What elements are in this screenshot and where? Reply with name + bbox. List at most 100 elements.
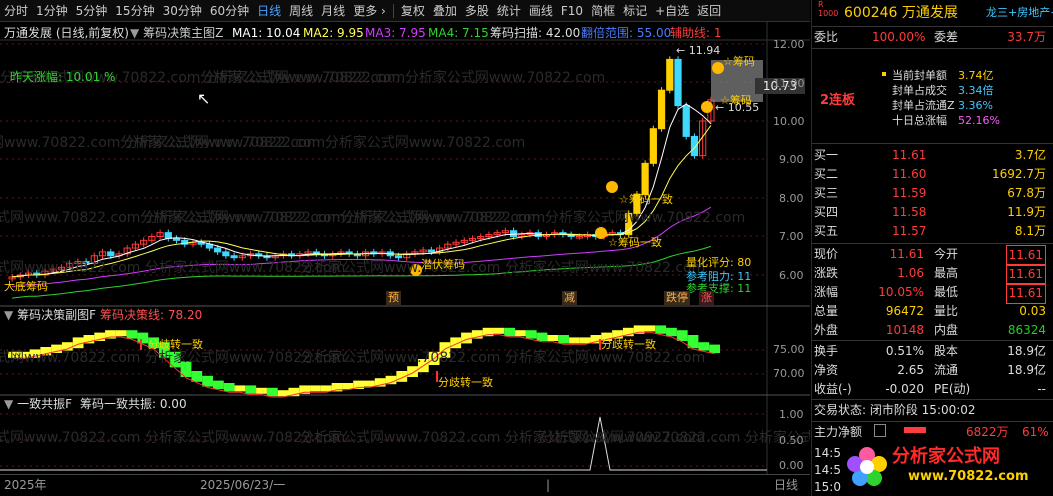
indicator-name[interactable]: ▼ 筹码决策主图Z <box>130 26 223 40</box>
bid-row[interactable]: 买四 11.58 11.9万 <box>812 203 1053 222</box>
toolbar-item-16[interactable]: 简框 <box>587 0 619 22</box>
tag-zhang: 涨 <box>699 291 714 305</box>
divider <box>812 243 1053 244</box>
candle-body <box>666 58 674 91</box>
vol-indicator-title[interactable]: ▼ 一致共振F <box>4 397 72 411</box>
sub-step-block <box>234 385 246 392</box>
stat-row: 涨幅 10.05% 最低 11.61 <box>812 283 1053 304</box>
bid-row[interactable]: 买五 11.57 8.1万 <box>812 222 1053 241</box>
net-flow-bar <box>904 427 926 433</box>
stat-label: 总量 <box>814 304 839 318</box>
sub-dropdown-icon[interactable]: ▼ <box>4 308 13 322</box>
bid-row[interactable]: 买一 11.61 3.7亿 <box>812 146 1053 165</box>
toolbar-item-13[interactable]: 统计 <box>493 0 525 22</box>
toolbar-item-2[interactable]: 5分钟 <box>72 0 112 22</box>
divider <box>812 143 1053 144</box>
indicator-dropdown-icon[interactable]: ▼ <box>130 26 139 40</box>
toolbar-item-5[interactable]: 60分钟 <box>206 0 253 22</box>
stat-label: 内盘 <box>934 323 959 337</box>
toolbar-item-12[interactable]: 多股 <box>461 0 493 22</box>
high-price-value: 11.94 <box>688 44 721 57</box>
toolbar-item-0[interactable]: 分时 <box>0 0 32 22</box>
divider <box>812 26 1053 27</box>
bid-volume: 1692.7万 <box>992 167 1046 181</box>
toolbar-item-4[interactable]: 30分钟 <box>159 0 206 22</box>
chip-label-1: ☆筹码 <box>723 55 755 68</box>
axis-period: 日线 <box>774 478 799 492</box>
sub-step-block <box>536 332 548 341</box>
stat-label: 换手 <box>814 344 839 358</box>
toolbar-item-18[interactable]: +自选 <box>651 0 693 22</box>
bid-row[interactable]: 买二 11.60 1692.7万 <box>812 165 1053 184</box>
sub-step-block <box>320 385 332 392</box>
ma4-readout: MA4: 7.15 <box>428 26 489 40</box>
stat-label: 最高 <box>934 266 959 280</box>
div-label-3: 分歧转一致 <box>601 338 656 351</box>
stat-label: 涨跌 <box>814 266 839 280</box>
div-label-1: 分歧转一致 <box>148 338 203 351</box>
chip-label-1-text: 筹码 <box>732 55 755 68</box>
range-readout: 翻倍范围: 55.00 <box>581 26 672 40</box>
sub-indicator-title[interactable]: ▼ 筹码决策副图F <box>4 308 96 322</box>
toolbar-item-6[interactable]: 日线 <box>253 0 285 22</box>
toolbar-item-9[interactable]: 更多 › <box>349 0 390 22</box>
sub-step-block <box>709 344 720 353</box>
divider <box>812 48 1053 49</box>
candle-body <box>394 255 403 259</box>
stat-row: 外盘 10148 内盘 86324 <box>812 321 1053 340</box>
sub-indicator-label: 筹码决策副图F <box>17 308 96 322</box>
toolbar-item-15[interactable]: F10 <box>557 0 587 22</box>
toolbar-item-8[interactable]: 月线 <box>317 0 349 22</box>
stat-label: 涨幅 <box>814 285 839 299</box>
sub-step-block <box>364 380 375 387</box>
toolbar-item-17[interactable]: 标记 <box>619 0 651 22</box>
sub-step-block <box>202 375 213 387</box>
sub-step-block <box>558 335 569 344</box>
chart-title: 万通发展 (日线,前复权) <box>4 26 129 40</box>
sub-step-block <box>644 325 656 332</box>
vol-y-05: 0.50 <box>779 434 804 447</box>
toolbar-item-14[interactable]: 画线 <box>525 0 557 22</box>
y-tick-11: 11.00 <box>773 77 805 90</box>
sub-step-block <box>137 332 149 344</box>
toolbar-item-3[interactable]: 15分钟 <box>111 0 158 22</box>
toolbar-item-19[interactable]: 返回 <box>693 0 725 22</box>
seal-info-label: 封单占成交 <box>892 84 947 97</box>
bid-label: 买二 <box>814 167 839 181</box>
toolbar-item-7[interactable]: 周线 <box>285 0 317 22</box>
bid-label: 买三 <box>814 186 839 200</box>
coin-icon <box>701 101 713 113</box>
ambush-chip-label: 潜伏筹码 <box>421 258 465 271</box>
stat-value: -- <box>1037 382 1046 396</box>
stat2-row: 换手 0.51% 股本 18.9亿 <box>812 342 1053 361</box>
stat-label: 最低 <box>934 285 959 299</box>
net-flow-icon[interactable] <box>874 424 886 437</box>
stat-label: 流通 <box>934 363 959 377</box>
sub-step-block <box>666 327 677 337</box>
watermark-text: 分析家公式网www.70822.com 分析家公式网www.70822.com <box>340 209 745 226</box>
sub-step-block <box>515 330 526 337</box>
stat-value: 11.61 <box>1005 283 1046 304</box>
coin-icon <box>595 227 607 239</box>
seal-info-row: 当前封单额 3.74亿 <box>812 68 1053 83</box>
vol-line-readout: 筹码一致共振: 0.00 <box>80 397 187 411</box>
chart-area[interactable]: 分析家公式网www.70822.com 分析家公式网www.70822.com 分… <box>0 22 810 474</box>
seal-info-value: 52.16% <box>958 114 1000 127</box>
candle-body <box>172 237 181 241</box>
vol-y-1: 1.00 <box>779 408 804 421</box>
toolbar-item-10[interactable]: 复权 <box>397 0 429 22</box>
candle-body <box>222 251 230 257</box>
candle-body <box>682 105 690 137</box>
high-price-label: ← 11.94 <box>676 44 721 57</box>
weicha-label: 委差 <box>934 30 959 44</box>
vol-dropdown-icon[interactable]: ▼ <box>4 397 13 411</box>
toolbar-item-1[interactable]: 1分钟 <box>32 0 72 22</box>
concept-tags[interactable]: 龙三+房地产+芯 <box>986 6 1053 20</box>
sub-step-block <box>245 385 257 394</box>
bid-row[interactable]: 买三 11.59 67.8万 <box>812 184 1053 203</box>
sub-step-block <box>72 337 84 349</box>
logo-text: 分析家公式网 <box>892 446 1000 467</box>
stat-value: 1.06 <box>897 266 924 280</box>
toolbar-item-11[interactable]: 叠加 <box>429 0 461 22</box>
candle-body <box>674 58 682 107</box>
